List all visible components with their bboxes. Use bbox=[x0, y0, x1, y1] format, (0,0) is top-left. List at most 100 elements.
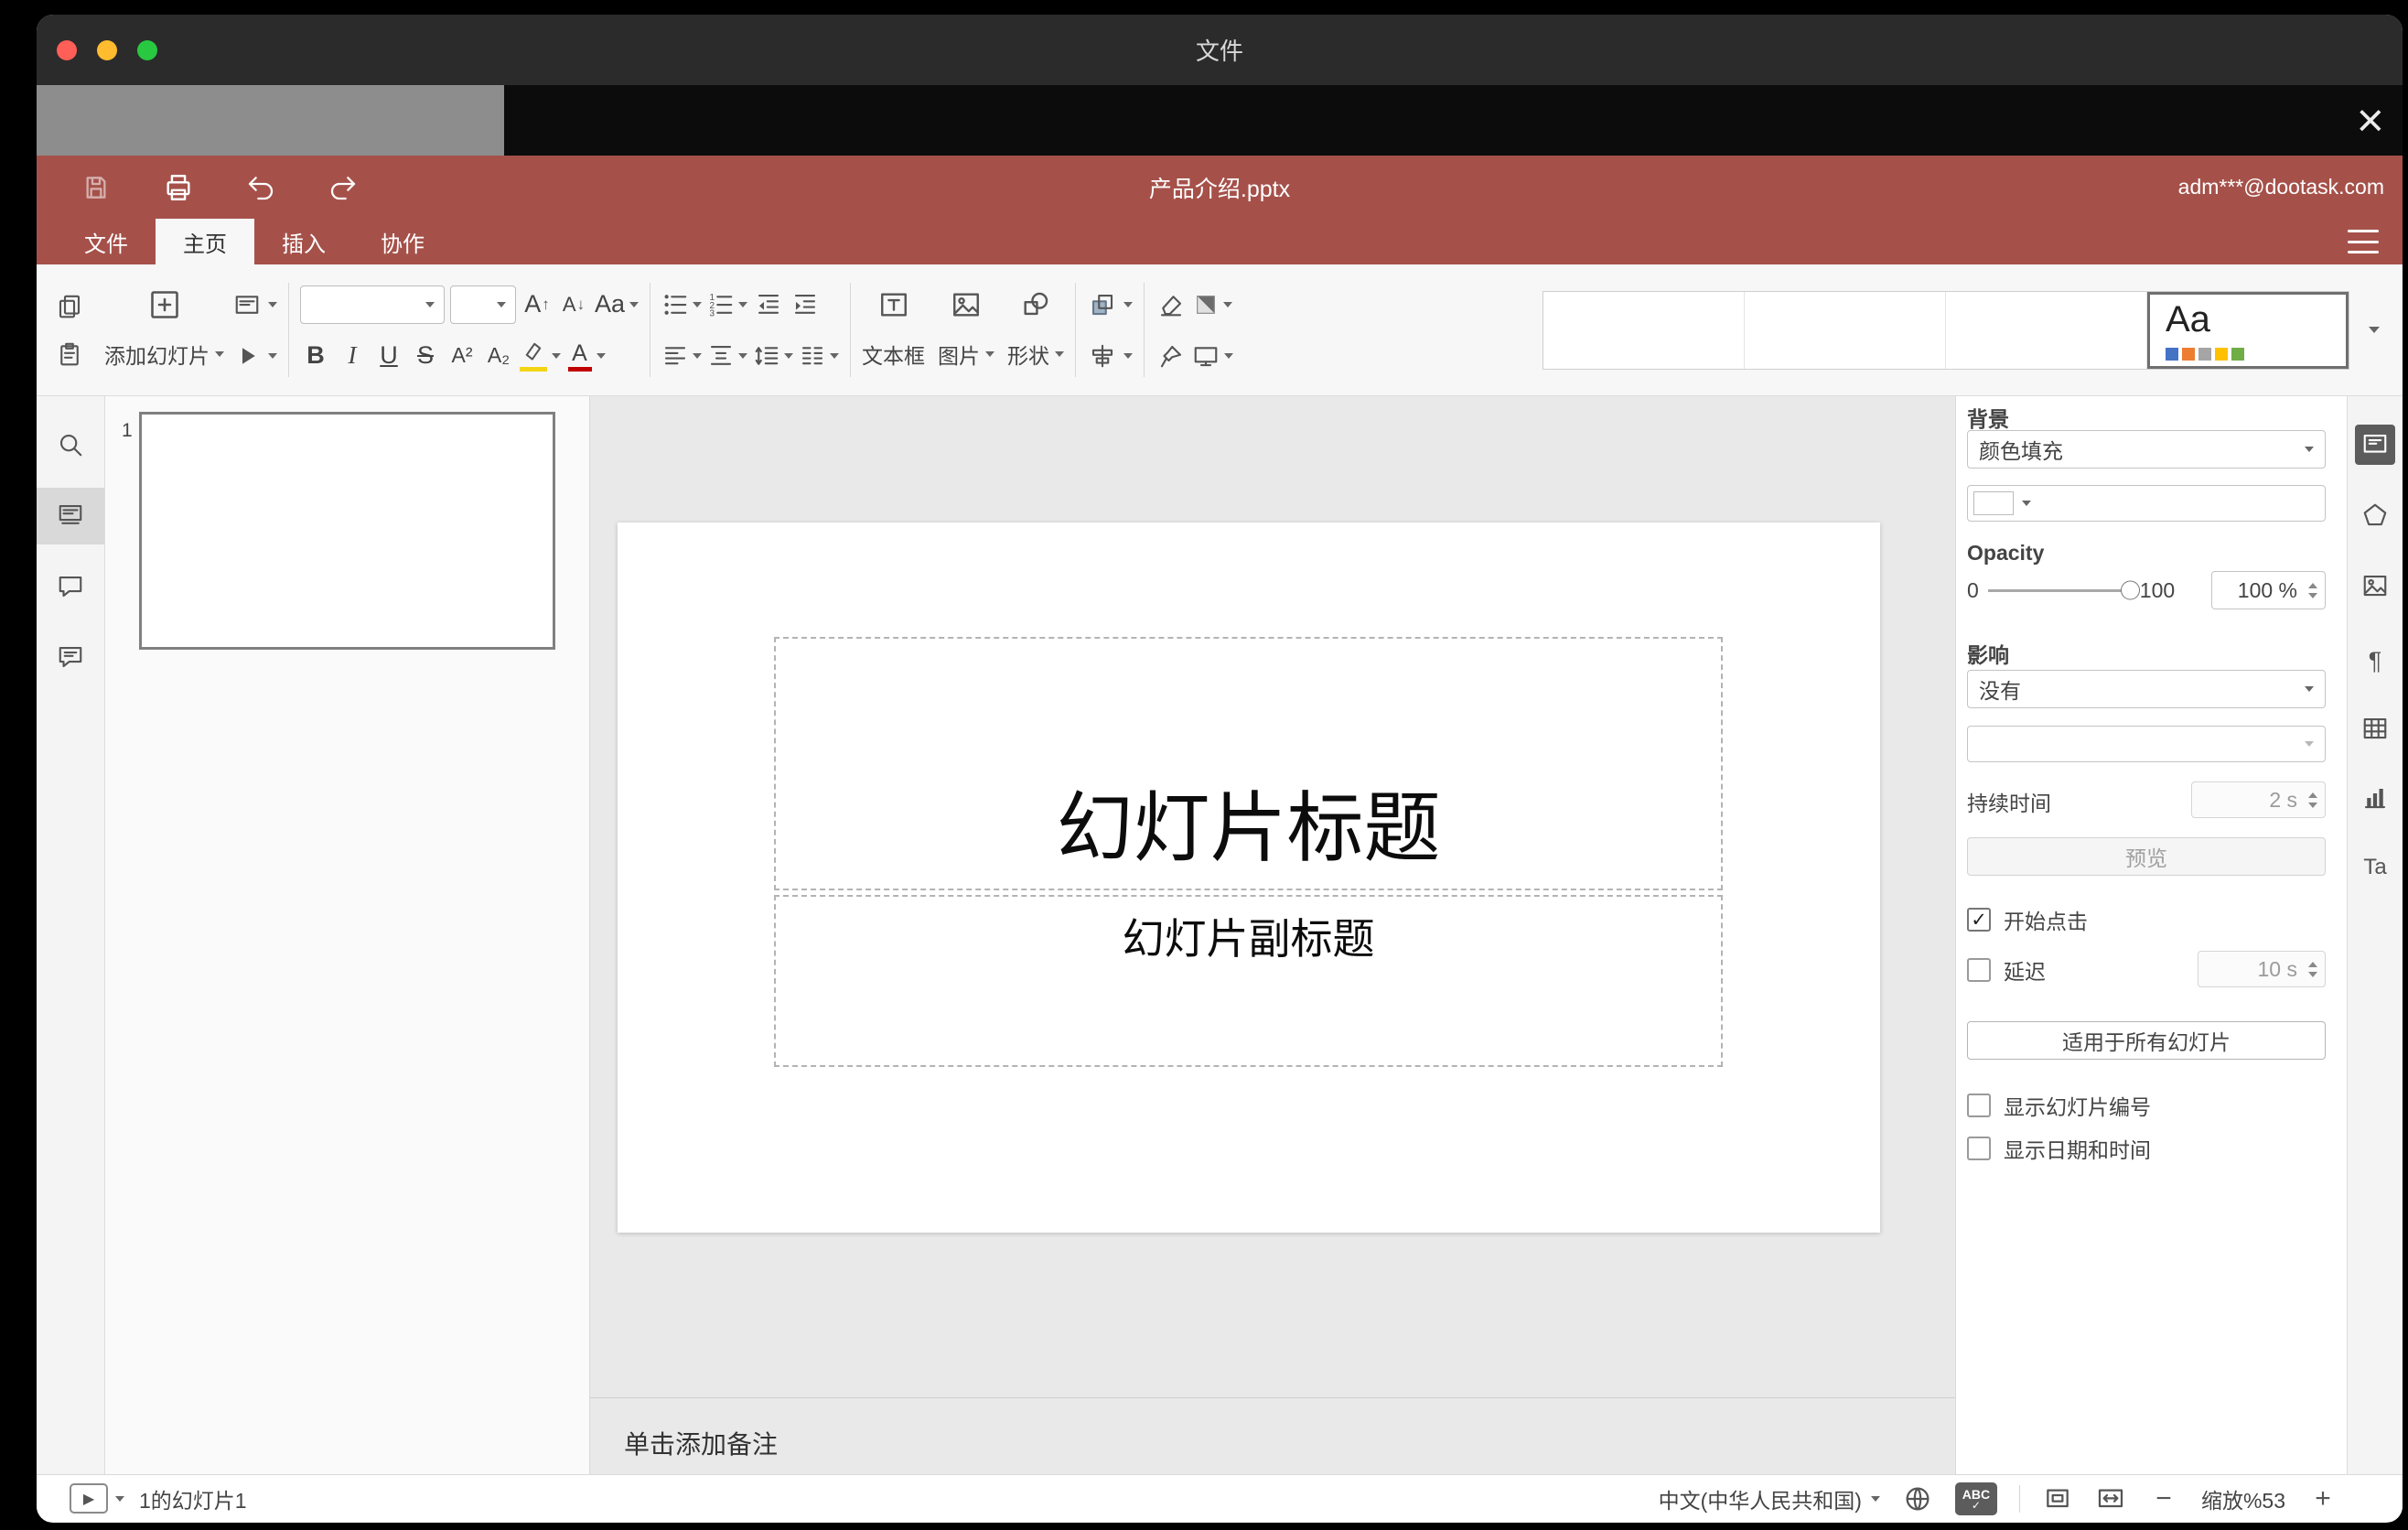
show-slide-number-checkbox[interactable]: 显示幻灯片编号 bbox=[1967, 1093, 2326, 1119]
increase-indent-button[interactable] bbox=[790, 285, 821, 325]
transition-variant-select[interactable] bbox=[1967, 726, 2326, 762]
close-window-button[interactable] bbox=[57, 39, 77, 60]
image-label-row[interactable]: 图片 bbox=[938, 332, 995, 376]
paste-button[interactable] bbox=[49, 334, 90, 374]
shape-fill-color-button[interactable] bbox=[1192, 285, 1232, 325]
menu-icon[interactable] bbox=[2348, 230, 2379, 253]
fit-to-slide-button[interactable] bbox=[2042, 1479, 2073, 1519]
arrange-shape-button[interactable] bbox=[1087, 285, 1118, 325]
theme-item-2[interactable] bbox=[1745, 291, 1946, 369]
chevron-down-icon[interactable] bbox=[1123, 301, 1134, 307]
transition-effect-select[interactable]: 没有 bbox=[1967, 670, 2326, 708]
language-selector[interactable]: 中文(中华人民共和国) bbox=[1659, 1483, 1880, 1514]
title-placeholder[interactable]: 幻灯片标题 bbox=[774, 637, 1723, 890]
increase-font-button[interactable]: A ↑ bbox=[521, 285, 553, 325]
shape-settings-button[interactable] bbox=[2355, 495, 2395, 535]
spinner-arrows-icon[interactable] bbox=[2308, 952, 2317, 986]
textbox-label[interactable]: 文本框 bbox=[862, 339, 925, 370]
opacity-slider[interactable] bbox=[1987, 580, 2140, 600]
numbered-list-button[interactable]: 123 bbox=[707, 285, 748, 325]
spinner-arrows-icon[interactable] bbox=[2308, 782, 2317, 817]
decrease-indent-button[interactable] bbox=[753, 285, 784, 325]
fit-to-width-button[interactable] bbox=[2095, 1479, 2126, 1519]
opacity-value-input[interactable]: 100 % bbox=[2211, 571, 2326, 609]
paragraph-settings-button[interactable]: ¶ bbox=[2355, 641, 2395, 681]
start-slideshow-button[interactable] bbox=[231, 336, 263, 376]
minimize-window-button[interactable] bbox=[97, 39, 117, 60]
decrease-font-button[interactable]: A ↓ bbox=[558, 285, 589, 325]
notes-divider[interactable] bbox=[590, 1397, 1955, 1398]
copy-button[interactable] bbox=[49, 286, 90, 327]
close-dialog-icon[interactable]: × bbox=[2357, 97, 2384, 145]
slide-layout-button[interactable] bbox=[231, 285, 263, 325]
apply-to-all-slides-button[interactable]: 适用于所有幻灯片 bbox=[1967, 1021, 2326, 1060]
bold-button[interactable]: B bbox=[300, 336, 331, 376]
font-color-button[interactable]: A bbox=[566, 336, 607, 376]
redo-button[interactable] bbox=[325, 169, 361, 206]
add-slide-label-row[interactable]: 添加幻灯片 bbox=[104, 332, 224, 376]
background-color-picker[interactable] bbox=[1967, 485, 2326, 522]
underline-button[interactable]: U bbox=[373, 336, 404, 376]
background-fill-select[interactable]: 颜色填充 bbox=[1967, 430, 2326, 469]
add-slide-button[interactable] bbox=[104, 285, 224, 325]
image-settings-button[interactable] bbox=[2355, 566, 2395, 606]
delay-input[interactable]: 10 s bbox=[2198, 951, 2326, 987]
italic-button[interactable]: I bbox=[337, 336, 368, 376]
align-objects-button[interactable] bbox=[1087, 336, 1118, 376]
slide-settings-button[interactable] bbox=[2355, 425, 2395, 465]
zoom-in-button[interactable]: + bbox=[2307, 1479, 2338, 1519]
comments-panel-button[interactable] bbox=[50, 566, 91, 607]
columns-button[interactable] bbox=[799, 336, 840, 376]
chat-panel-button[interactable] bbox=[50, 637, 91, 677]
opacity-slider-knob[interactable] bbox=[2120, 580, 2140, 600]
slide-size-button[interactable] bbox=[1192, 336, 1234, 376]
start-on-click-checkbox[interactable]: ✓ 开始点击 bbox=[1967, 907, 2326, 933]
notes-placeholder[interactable]: 单击添加备注 bbox=[624, 1425, 778, 1461]
bullet-list-button[interactable] bbox=[661, 285, 703, 325]
zoom-out-button[interactable]: − bbox=[2148, 1479, 2179, 1519]
theme-item-1[interactable] bbox=[1543, 291, 1745, 369]
table-settings-button[interactable] bbox=[2355, 708, 2395, 749]
zoom-window-button[interactable] bbox=[137, 39, 157, 60]
undo-button[interactable] bbox=[242, 169, 279, 206]
subtitle-placeholder[interactable]: 幻灯片副标题 bbox=[774, 895, 1723, 1067]
shape-label-row[interactable]: 形状 bbox=[1007, 332, 1065, 376]
chevron-down-icon[interactable] bbox=[115, 1495, 124, 1502]
tab-home[interactable]: 主页 bbox=[156, 219, 254, 264]
highlight-color-button[interactable] bbox=[520, 336, 561, 376]
tab-collaboration[interactable]: 协作 bbox=[353, 219, 452, 264]
preview-button[interactable]: 预览 bbox=[1967, 837, 2326, 876]
spell-check-button[interactable]: ABC ✓ bbox=[1954, 1482, 1997, 1515]
document-language-button[interactable] bbox=[1902, 1479, 1933, 1519]
slide-editing-area[interactable]: 幻灯片标题 幻灯片副标题 bbox=[618, 523, 1880, 1233]
print-button[interactable] bbox=[160, 169, 197, 206]
copy-style-button[interactable] bbox=[1156, 336, 1187, 376]
spinner-arrows-icon[interactable] bbox=[2308, 572, 2317, 609]
start-preview-button[interactable]: ▶ bbox=[70, 1483, 108, 1514]
show-date-time-checkbox[interactable]: 显示日期和时间 bbox=[1967, 1136, 2326, 1162]
insert-shape-button[interactable] bbox=[1007, 285, 1064, 325]
tab-insert[interactable]: 插入 bbox=[254, 219, 353, 264]
save-button[interactable] bbox=[78, 169, 114, 206]
clear-style-button[interactable] bbox=[1156, 285, 1187, 325]
chart-settings-button[interactable] bbox=[2355, 778, 2395, 818]
horizontal-align-button[interactable] bbox=[661, 336, 703, 376]
subscript-button[interactable]: A₂ bbox=[483, 336, 514, 376]
duration-input[interactable]: 2 s bbox=[2191, 781, 2326, 818]
font-name-combo[interactable] bbox=[300, 285, 445, 324]
slide-thumbnail[interactable] bbox=[139, 412, 555, 650]
theme-item-3[interactable] bbox=[1946, 291, 2147, 369]
insert-image-button[interactable] bbox=[938, 285, 994, 325]
tab-file[interactable]: 文件 bbox=[57, 219, 156, 264]
chevron-down-icon[interactable] bbox=[268, 301, 277, 307]
superscript-button[interactable]: A² bbox=[446, 336, 478, 376]
chevron-down-icon[interactable] bbox=[268, 352, 277, 359]
change-case-button[interactable]: Aa bbox=[595, 285, 640, 325]
strikethrough-button[interactable]: S bbox=[410, 336, 441, 376]
font-size-combo[interactable] bbox=[450, 285, 516, 324]
textart-settings-button[interactable]: Ta bbox=[2355, 847, 2395, 888]
theme-item-4-selected[interactable]: Aa bbox=[2147, 291, 2349, 369]
vertical-align-button[interactable] bbox=[707, 336, 748, 376]
search-panel-button[interactable] bbox=[50, 425, 91, 465]
gallery-expand-button[interactable] bbox=[2359, 310, 2390, 350]
